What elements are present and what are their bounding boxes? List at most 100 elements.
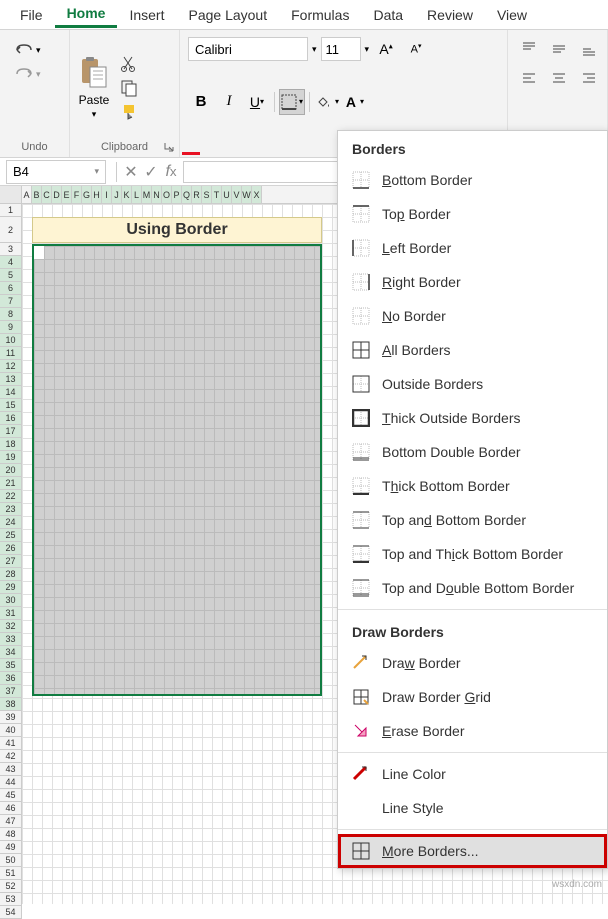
- row-header-3[interactable]: 3: [0, 243, 21, 256]
- col-header-P[interactable]: P: [172, 186, 182, 203]
- row-header-36[interactable]: 36: [0, 672, 21, 685]
- cancel-formula[interactable]: ✕: [121, 162, 141, 182]
- border-option-top-and-double-bottom-border[interactable]: Top and Double Bottom Border: [338, 571, 607, 605]
- row-header-46[interactable]: 46: [0, 802, 21, 815]
- increase-font-button[interactable]: A▴: [373, 36, 399, 62]
- menu-home[interactable]: Home: [55, 1, 118, 28]
- row-header-27[interactable]: 27: [0, 555, 21, 568]
- decrease-font-button[interactable]: A▾: [403, 36, 429, 62]
- underline-button[interactable]: U▾: [244, 89, 270, 115]
- row-header-49[interactable]: 49: [0, 841, 21, 854]
- border-option-right-border[interactable]: Right Border: [338, 265, 607, 299]
- border-option-line-style[interactable]: Line Style: [338, 791, 607, 825]
- row-header-43[interactable]: 43: [0, 763, 21, 776]
- undo-button[interactable]: ▾: [14, 42, 55, 58]
- borders-button[interactable]: ▾: [279, 89, 305, 115]
- row-header-19[interactable]: 19: [0, 451, 21, 464]
- align-center[interactable]: [546, 66, 572, 92]
- border-option-no-border[interactable]: No Border: [338, 299, 607, 333]
- col-header-N[interactable]: N: [152, 186, 162, 203]
- row-header-35[interactable]: 35: [0, 659, 21, 672]
- clipboard-dialog-launcher[interactable]: [163, 141, 175, 153]
- menu-insert[interactable]: Insert: [117, 3, 176, 27]
- row-header-34[interactable]: 34: [0, 646, 21, 659]
- row-header-53[interactable]: 53: [0, 893, 21, 906]
- row-header-20[interactable]: 20: [0, 464, 21, 477]
- col-header-S[interactable]: S: [202, 186, 212, 203]
- col-header-I[interactable]: I: [102, 186, 112, 203]
- row-header-7[interactable]: 7: [0, 295, 21, 308]
- border-option-draw-border[interactable]: Draw Border: [338, 646, 607, 680]
- enter-formula[interactable]: ✓: [141, 162, 161, 182]
- col-header-X[interactable]: X: [252, 186, 262, 203]
- row-header-14[interactable]: 14: [0, 386, 21, 399]
- row-header-21[interactable]: 21: [0, 477, 21, 490]
- border-option-thick-bottom-border[interactable]: Thick Bottom Border: [338, 469, 607, 503]
- border-option-bottom-double-border[interactable]: Bottom Double Border: [338, 435, 607, 469]
- border-option-draw-border-grid[interactable]: Draw Border Grid: [338, 680, 607, 714]
- border-option-line-color[interactable]: Line Color: [338, 757, 607, 791]
- row-header-26[interactable]: 26: [0, 542, 21, 555]
- row-header-52[interactable]: 52: [0, 880, 21, 893]
- border-option-more-borders---[interactable]: More Borders...: [338, 834, 607, 868]
- row-header-24[interactable]: 24: [0, 516, 21, 529]
- row-header-38[interactable]: 38: [0, 698, 21, 711]
- row-header-25[interactable]: 25: [0, 529, 21, 542]
- name-box[interactable]: B4 ▾: [6, 160, 106, 184]
- border-option-thick-outside-borders[interactable]: Thick Outside Borders: [338, 401, 607, 435]
- col-header-L[interactable]: L: [132, 186, 142, 203]
- row-header-10[interactable]: 10: [0, 334, 21, 347]
- col-header-D[interactable]: D: [52, 186, 62, 203]
- copy-icon[interactable]: [120, 79, 138, 97]
- menu-view[interactable]: View: [485, 3, 539, 27]
- row-header-31[interactable]: 31: [0, 607, 21, 620]
- col-header-B[interactable]: B: [32, 186, 42, 203]
- row-header-16[interactable]: 16: [0, 412, 21, 425]
- row-header-41[interactable]: 41: [0, 737, 21, 750]
- font-name-input[interactable]: [188, 37, 308, 61]
- col-header-K[interactable]: K: [122, 186, 132, 203]
- row-header-5[interactable]: 5: [0, 269, 21, 282]
- col-header-W[interactable]: W: [242, 186, 252, 203]
- row-header-1[interactable]: 1: [0, 204, 21, 217]
- border-option-all-borders[interactable]: All Borders: [338, 333, 607, 367]
- border-option-bottom-border[interactable]: Bottom Border: [338, 163, 607, 197]
- col-header-U[interactable]: U: [222, 186, 232, 203]
- row-header-11[interactable]: 11: [0, 347, 21, 360]
- col-header-T[interactable]: T: [212, 186, 222, 203]
- menu-review[interactable]: Review: [415, 3, 485, 27]
- cut-icon[interactable]: [120, 55, 138, 73]
- row-header-13[interactable]: 13: [0, 373, 21, 386]
- col-header-J[interactable]: J: [112, 186, 122, 203]
- row-header-33[interactable]: 33: [0, 633, 21, 646]
- border-option-top-and-bottom-border[interactable]: Top and Bottom Border: [338, 503, 607, 537]
- border-option-outside-borders[interactable]: Outside Borders: [338, 367, 607, 401]
- align-middle[interactable]: [546, 36, 572, 62]
- row-header-51[interactable]: 51: [0, 867, 21, 880]
- align-bottom[interactable]: [576, 36, 602, 62]
- row-header-12[interactable]: 12: [0, 360, 21, 373]
- col-header-A[interactable]: A: [22, 186, 32, 203]
- col-header-F[interactable]: F: [72, 186, 82, 203]
- row-header-30[interactable]: 30: [0, 594, 21, 607]
- row-header-17[interactable]: 17: [0, 425, 21, 438]
- align-left[interactable]: [516, 66, 542, 92]
- paste-button[interactable]: Paste ▾: [78, 55, 110, 120]
- align-right[interactable]: [576, 66, 602, 92]
- col-header-R[interactable]: R: [192, 186, 202, 203]
- menu-page-layout[interactable]: Page Layout: [176, 3, 279, 27]
- align-top[interactable]: [516, 36, 542, 62]
- font-color-button[interactable]: A ▾: [342, 89, 368, 115]
- row-header-23[interactable]: 23: [0, 503, 21, 516]
- row-header-54[interactable]: 54: [0, 906, 21, 919]
- italic-button[interactable]: I: [216, 89, 242, 115]
- row-header-42[interactable]: 42: [0, 750, 21, 763]
- title-cell[interactable]: Using Border: [32, 217, 322, 243]
- col-header-E[interactable]: E: [62, 186, 72, 203]
- row-header-28[interactable]: 28: [0, 568, 21, 581]
- row-header-6[interactable]: 6: [0, 282, 21, 295]
- row-header-37[interactable]: 37: [0, 685, 21, 698]
- font-size-input[interactable]: [321, 37, 361, 61]
- menu-data[interactable]: Data: [361, 3, 415, 27]
- row-header-29[interactable]: 29: [0, 581, 21, 594]
